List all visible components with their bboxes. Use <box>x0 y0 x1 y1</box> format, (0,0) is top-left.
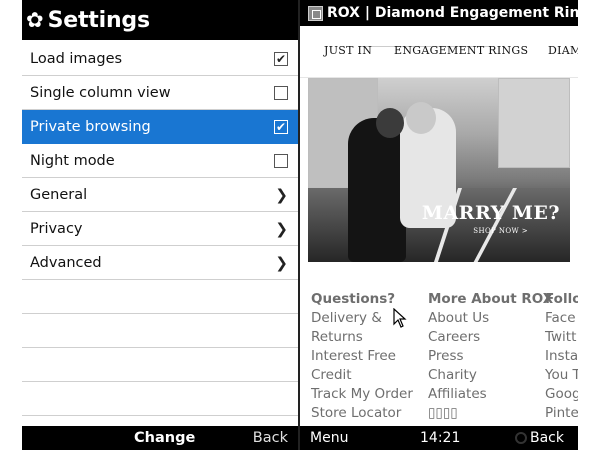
back-softkey[interactable]: Back <box>530 430 564 446</box>
setting-label: Load images <box>30 50 123 67</box>
footer-link[interactable]: Track My Order <box>311 385 413 404</box>
settings-softkey-bar: Change Back <box>22 426 298 450</box>
setting-label: Privacy <box>30 220 83 237</box>
footer-heading: More About ROX <box>428 291 554 307</box>
footer-heading: Questions? <box>311 291 396 307</box>
footer-link[interactable]: Goog <box>545 385 578 404</box>
setting-single-column-view[interactable]: Single column view <box>22 76 298 110</box>
footer-column-about: More About ROX About Us Careers Press Ch… <box>428 290 553 423</box>
footer-link[interactable]: Face <box>545 309 578 328</box>
footer-link[interactable]: Insta <box>545 347 578 366</box>
footer-link[interactable]: Press <box>428 347 553 366</box>
setting-label: Single column view <box>30 84 171 101</box>
search-icon[interactable] <box>515 432 527 444</box>
footer-link[interactable]: Pinte <box>545 404 578 423</box>
setting-general[interactable]: General ❯ <box>22 178 298 212</box>
footer-link[interactable]: Charity <box>428 366 553 385</box>
browser-title-bar[interactable]: ROX | Diamond Engagement Ring... <box>300 0 578 26</box>
hero-photo-couple <box>348 102 458 262</box>
clock: 14:21 <box>420 430 461 446</box>
footer-link[interactable]: Credit <box>311 366 413 385</box>
empty-list-row <box>22 382 298 416</box>
favicon-icon <box>308 5 323 21</box>
setting-label: Advanced <box>30 254 102 271</box>
empty-list-row <box>22 348 298 382</box>
private-browsing-checkbox[interactable]: ✔ <box>274 119 288 134</box>
setting-night-mode[interactable]: Night mode <box>22 144 298 178</box>
chevron-right-icon: ❯ <box>275 253 288 272</box>
footer-link[interactable]: Affiliates <box>428 385 553 404</box>
back-softkey[interactable]: Back <box>253 430 288 446</box>
nav-just-in[interactable]: JUST IN <box>324 44 372 57</box>
setting-label: General <box>30 186 88 203</box>
settings-header: ✿ Settings <box>22 0 298 40</box>
chevron-right-icon: ❯ <box>275 219 288 238</box>
hero-photo-building <box>498 78 570 168</box>
footer-link[interactable]: ▯▯▯▯ <box>428 404 553 423</box>
page-title: ROX | Diamond Engagement Ring... <box>327 5 578 21</box>
footer-link[interactable]: About Us <box>428 309 553 328</box>
footer-link[interactable]: Twitt <box>545 328 578 347</box>
footer-link[interactable]: Interest Free <box>311 347 413 366</box>
change-softkey[interactable]: Change <box>134 430 195 446</box>
footer-link[interactable]: Store Locator <box>311 404 413 423</box>
footer-heading: Follo <box>545 291 578 307</box>
settings-list: Load images ✔ Single column view Private… <box>22 42 298 416</box>
mouse-cursor-icon <box>393 308 407 328</box>
chevron-right-icon: ❯ <box>275 185 288 204</box>
single-column-checkbox[interactable] <box>274 85 288 100</box>
browser-panel: ROX | Diamond Engagement Ring... JUST IN… <box>300 0 578 450</box>
hero-headline: MARRY ME? <box>421 202 560 224</box>
empty-list-row <box>22 314 298 348</box>
setting-load-images[interactable]: Load images ✔ <box>22 42 298 76</box>
setting-privacy[interactable]: Privacy ❯ <box>22 212 298 246</box>
settings-panel: ✿ Settings Load images ✔ Single column v… <box>22 0 298 450</box>
nav-engagement-rings[interactable]: ENGAGEMENT RINGS <box>394 44 528 57</box>
hero-banner[interactable]: MARRY ME? SHOP NOW > <box>308 78 570 262</box>
setting-private-browsing[interactable]: Private browsing ✔ <box>22 110 298 144</box>
night-mode-checkbox[interactable] <box>274 153 288 168</box>
setting-advanced[interactable]: Advanced ❯ <box>22 246 298 280</box>
nav-diamonds[interactable]: DIAM <box>548 44 578 57</box>
load-images-checkbox[interactable]: ✔ <box>274 51 288 66</box>
shop-now-link[interactable]: SHOP NOW > <box>473 227 528 235</box>
setting-label: Night mode <box>30 152 115 169</box>
footer-link[interactable]: Returns <box>311 328 413 347</box>
footer-link[interactable]: Careers <box>428 328 553 347</box>
footer-column-follow: Follo Face Twitt Insta You T Goog Pinte <box>545 290 578 423</box>
menu-softkey[interactable]: Menu <box>310 430 348 446</box>
footer-link[interactable]: You T <box>545 366 578 385</box>
settings-title: Settings <box>47 7 150 33</box>
setting-label: Private browsing <box>30 118 151 135</box>
gear-icon: ✿ <box>26 7 44 32</box>
empty-list-row <box>22 280 298 314</box>
footer-links: Questions? Delivery & Returns Interest F… <box>300 290 578 426</box>
browser-softkey-bar: Menu 14:21 Back <box>300 426 578 450</box>
site-navigation: JUST IN ENGAGEMENT RINGS DIAM <box>300 26 578 78</box>
